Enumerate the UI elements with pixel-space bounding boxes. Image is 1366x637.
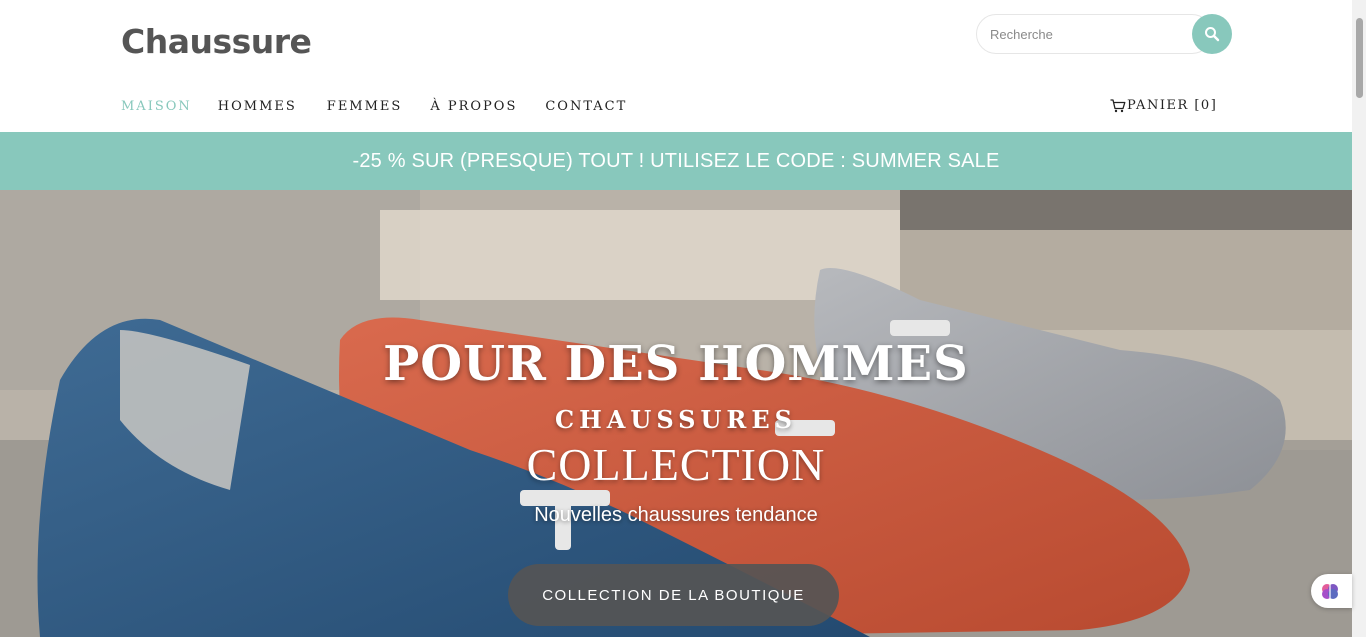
cart-link[interactable]: PANIER [0] xyxy=(1110,98,1217,113)
brain-icon xyxy=(1322,584,1338,599)
search-button[interactable] xyxy=(1192,14,1232,54)
hero-title: POUR DES HOMMES xyxy=(383,336,969,392)
hero-tagline: Nouvelles chaussures tendance xyxy=(534,504,818,526)
hero-subtitle: CHAUSSURES xyxy=(555,405,797,434)
search-bar xyxy=(976,14,1232,54)
nav-item-a-propos[interactable]: À PROPOS xyxy=(430,99,517,114)
nav-item-femmes[interactable]: FEMMES xyxy=(327,99,403,114)
search-icon xyxy=(1205,27,1220,42)
hero-content: POUR DES HOMMES CHAUSSURES COLLECTION No… xyxy=(0,190,1352,637)
page-scrollbar[interactable] xyxy=(1352,0,1366,637)
search-input[interactable] xyxy=(976,14,1212,54)
main-nav: MAISON HOMMES FEMMES À PROPOS CONTACT xyxy=(121,99,653,114)
site-logo[interactable]: Chaussure xyxy=(121,22,312,61)
nav-item-hommes[interactable]: HOMMES xyxy=(218,99,297,114)
cart-icon xyxy=(1110,98,1126,112)
scrollbar-thumb[interactable] xyxy=(1356,18,1363,98)
page: Chaussure MAISON HOMMES FEMMES À PROPOS … xyxy=(0,0,1352,637)
promo-text: -25 % SUR (PRESQUE) TOUT ! UTILISEZ LE C… xyxy=(352,149,1000,172)
nav-item-contact[interactable]: CONTACT xyxy=(545,99,627,114)
shop-collection-button[interactable]: COLLECTION DE LA BOUTIQUE xyxy=(508,564,839,626)
floating-widget-button[interactable] xyxy=(1311,574,1352,608)
promo-banner: -25 % SUR (PRESQUE) TOUT ! UTILISEZ LE C… xyxy=(0,132,1352,190)
cart-label: PANIER [0] xyxy=(1127,98,1218,113)
hero-collection-heading: COLLECTION xyxy=(526,439,826,490)
nav-item-maison[interactable]: MAISON xyxy=(121,99,192,114)
hero-section: POUR DES HOMMES CHAUSSURES COLLECTION No… xyxy=(0,190,1352,637)
